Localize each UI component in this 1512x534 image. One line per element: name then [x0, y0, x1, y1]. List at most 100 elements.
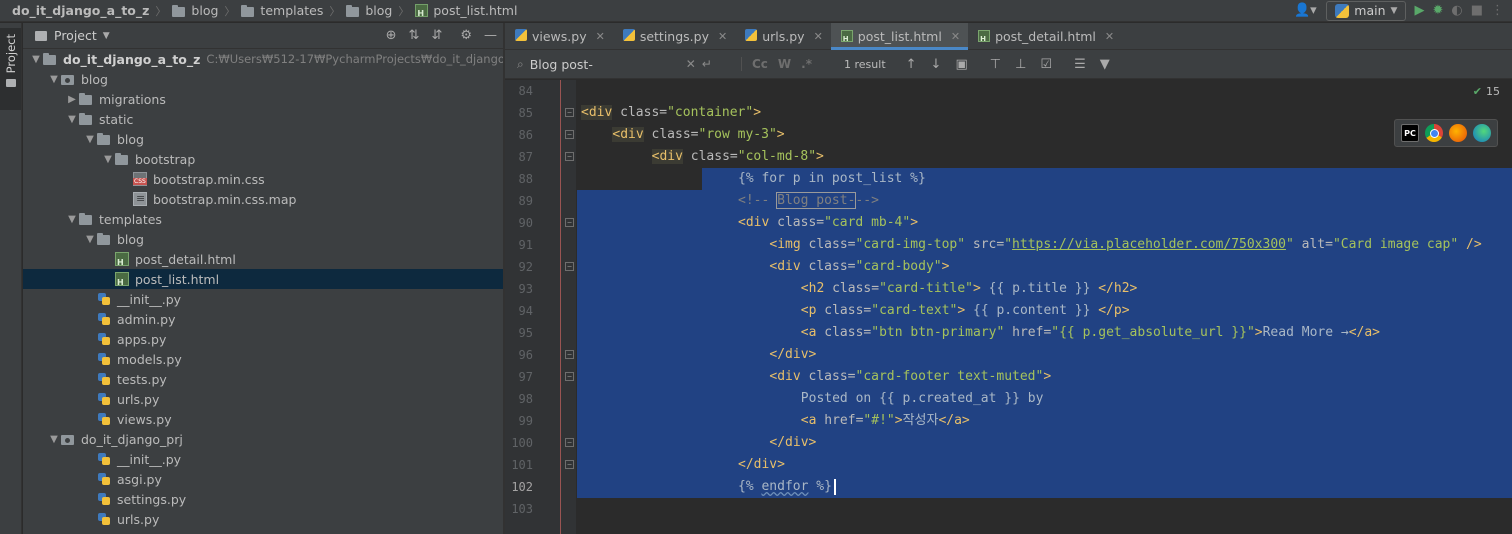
- match-case-toggle[interactable]: Cc: [752, 57, 768, 71]
- code-line[interactable]: 87 − <div class="col-md-8">: [505, 146, 1512, 168]
- code-line[interactable]: 92 − <div class="card-body">: [505, 256, 1512, 278]
- clear-icon[interactable]: ✕: [686, 57, 696, 71]
- coverage-icon[interactable]: ◐: [1451, 3, 1462, 18]
- tree-item[interactable]: ▼ blog: [23, 229, 503, 249]
- open-in-window-icon[interactable]: ▣: [955, 57, 967, 72]
- tree-item[interactable]: bootstrap.min.css.map: [23, 189, 503, 209]
- code-line[interactable]: 94 <p class="card-text"> {{ p.content }} …: [505, 300, 1512, 322]
- chevron-down-icon[interactable]: ▼: [83, 134, 97, 145]
- code-line[interactable]: 98 Posted on {{ p.created_at }} by: [505, 388, 1512, 410]
- tree-item[interactable]: ▶ migrations: [23, 89, 503, 109]
- tree-item[interactable]: asgi.py: [23, 469, 503, 489]
- collapse-all-icon[interactable]: ⇵: [431, 28, 442, 43]
- fold-icon[interactable]: −: [565, 152, 574, 161]
- close-icon[interactable]: ✕: [718, 30, 727, 43]
- code-line[interactable]: 93 <h2 class="card-title"> {{ p.title }} …: [505, 278, 1512, 300]
- fold-icon[interactable]: −: [565, 262, 574, 271]
- code-line[interactable]: 95 <a class="btn btn-primary" href="{{ p.…: [505, 322, 1512, 344]
- filter-icon[interactable]: ▼: [1100, 57, 1110, 72]
- debug-icon[interactable]: ✹: [1432, 3, 1443, 18]
- select-all-occurrences-icon[interactable]: ☑: [1040, 57, 1052, 72]
- user-icon[interactable]: 👤▾: [1292, 2, 1318, 20]
- chevron-down-icon[interactable]: ▼: [29, 54, 43, 65]
- tree-item[interactable]: ▼ bootstrap: [23, 149, 503, 169]
- editor-tab[interactable]: urls.py ✕: [735, 23, 831, 49]
- chevron-down-icon[interactable]: ▼: [65, 114, 79, 125]
- code-line[interactable]: 102 {% endfor %}: [505, 476, 1512, 498]
- tree-item[interactable]: post_detail.html: [23, 249, 503, 269]
- multiline-icon[interactable]: ↵: [702, 57, 712, 71]
- expand-all-icon[interactable]: ⇅: [409, 28, 420, 43]
- tree-item[interactable]: views.py: [23, 409, 503, 429]
- hide-icon[interactable]: —: [484, 28, 497, 43]
- tree-item[interactable]: apps.py: [23, 329, 503, 349]
- stop-icon[interactable]: ■: [1471, 3, 1483, 18]
- chevron-down-icon[interactable]: ▼: [103, 31, 110, 41]
- tree-item[interactable]: tests.py: [23, 369, 503, 389]
- arrow-up-icon[interactable]: ↑: [906, 57, 917, 72]
- tree-item[interactable]: models.py: [23, 349, 503, 369]
- chevron-down-icon[interactable]: ▼: [47, 434, 61, 445]
- editor-tab[interactable]: post_list.html ✕: [830, 23, 969, 50]
- fold-icon[interactable]: −: [565, 108, 574, 117]
- chevron-down-icon[interactable]: ▼: [83, 234, 97, 245]
- tree-item[interactable]: ▼ templates: [23, 209, 503, 229]
- fold-icon[interactable]: −: [565, 130, 574, 139]
- firefox-icon[interactable]: [1449, 124, 1467, 142]
- fold-icon[interactable]: −: [565, 350, 574, 359]
- editor-tab[interactable]: settings.py ✕: [613, 23, 735, 49]
- fold-icon[interactable]: −: [565, 218, 574, 227]
- code-line[interactable]: 101 − </div>: [505, 454, 1512, 476]
- chevron-down-icon[interactable]: ▼: [47, 74, 61, 85]
- tree-item[interactable]: __init__.py: [23, 449, 503, 469]
- close-icon[interactable]: ✕: [814, 30, 823, 43]
- code-editor[interactable]: 84 85− <div class="container"> 86− <div clas…: [505, 80, 1512, 534]
- tree-item[interactable]: ▼ do_it_django_prj: [23, 429, 503, 449]
- breadcrumb-blog-sub[interactable]: blog: [342, 0, 396, 22]
- chevron-down-icon[interactable]: ▼: [65, 214, 79, 225]
- tree-root[interactable]: ▼ do_it_django_a_to_z C:₩Users₩512-17₩Py…: [23, 49, 503, 69]
- close-icon[interactable]: ✕: [1105, 30, 1114, 43]
- chevron-right-icon[interactable]: ▶: [65, 94, 79, 105]
- tree-item[interactable]: urls.py: [23, 509, 503, 529]
- run-icon[interactable]: ▶: [1414, 3, 1424, 18]
- tree-item[interactable]: settings.py: [23, 489, 503, 509]
- gear-icon[interactable]: ⚙: [460, 28, 472, 43]
- code-line[interactable]: 88 {% for p in post_list %}: [505, 168, 1512, 190]
- breadcrumb-templates[interactable]: templates: [237, 0, 327, 22]
- code-line[interactable]: 99 <a href="#!">작성자</a>: [505, 410, 1512, 432]
- whole-words-toggle[interactable]: W: [778, 57, 791, 71]
- tree-item[interactable]: ▼ static: [23, 109, 503, 129]
- close-icon[interactable]: ✕: [951, 30, 960, 43]
- arrow-down-icon[interactable]: ↓: [931, 57, 942, 72]
- add-occurrence-icon[interactable]: ⊤: [990, 57, 1001, 72]
- breadcrumb-file[interactable]: post_list.html: [411, 0, 521, 22]
- fold-icon[interactable]: −: [565, 372, 574, 381]
- code-line[interactable]: 97 − <div class="card-footer text-muted">: [505, 366, 1512, 388]
- search-icon[interactable]: ⌕: [517, 57, 524, 72]
- project-panel-title[interactable]: Project: [54, 28, 97, 43]
- regex-toggle[interactable]: .*: [801, 57, 812, 71]
- tree-item[interactable]: urls.py: [23, 389, 503, 409]
- tree-item[interactable]: admin.py: [23, 309, 503, 329]
- locate-icon[interactable]: ⊕: [386, 28, 397, 43]
- project-tool-tab[interactable]: Project: [0, 28, 21, 110]
- code-line[interactable]: 86 − <div class="row my-3">: [505, 124, 1512, 146]
- more-icon[interactable]: ⋮: [1491, 3, 1504, 18]
- find-input[interactable]: [529, 56, 680, 72]
- close-icon[interactable]: ✕: [596, 30, 605, 43]
- code-line[interactable]: 85 − <div class="container">: [505, 102, 1512, 124]
- pycharm-browser-icon[interactable]: PC: [1401, 124, 1419, 142]
- code-line[interactable]: 96 − </div>: [505, 344, 1512, 366]
- code-line[interactable]: 89 <!-- Blog post--->: [505, 190, 1512, 212]
- chrome-icon[interactable]: [1425, 124, 1443, 142]
- edge-icon[interactable]: [1473, 124, 1491, 142]
- code-line[interactable]: 90 − <div class="card mb-4">: [505, 212, 1512, 234]
- code-line[interactable]: 100 − </div>: [505, 432, 1512, 454]
- code-line[interactable]: 91 <img class="card-img-top" src="https:/…: [505, 234, 1512, 256]
- run-configuration-select[interactable]: main ▼: [1326, 0, 1407, 21]
- fold-icon[interactable]: −: [565, 460, 574, 469]
- options-icon[interactable]: ☰: [1074, 57, 1086, 72]
- tree-item[interactable]: ▼ blog: [23, 129, 503, 149]
- tree-item[interactable]: __init__.py: [23, 289, 503, 309]
